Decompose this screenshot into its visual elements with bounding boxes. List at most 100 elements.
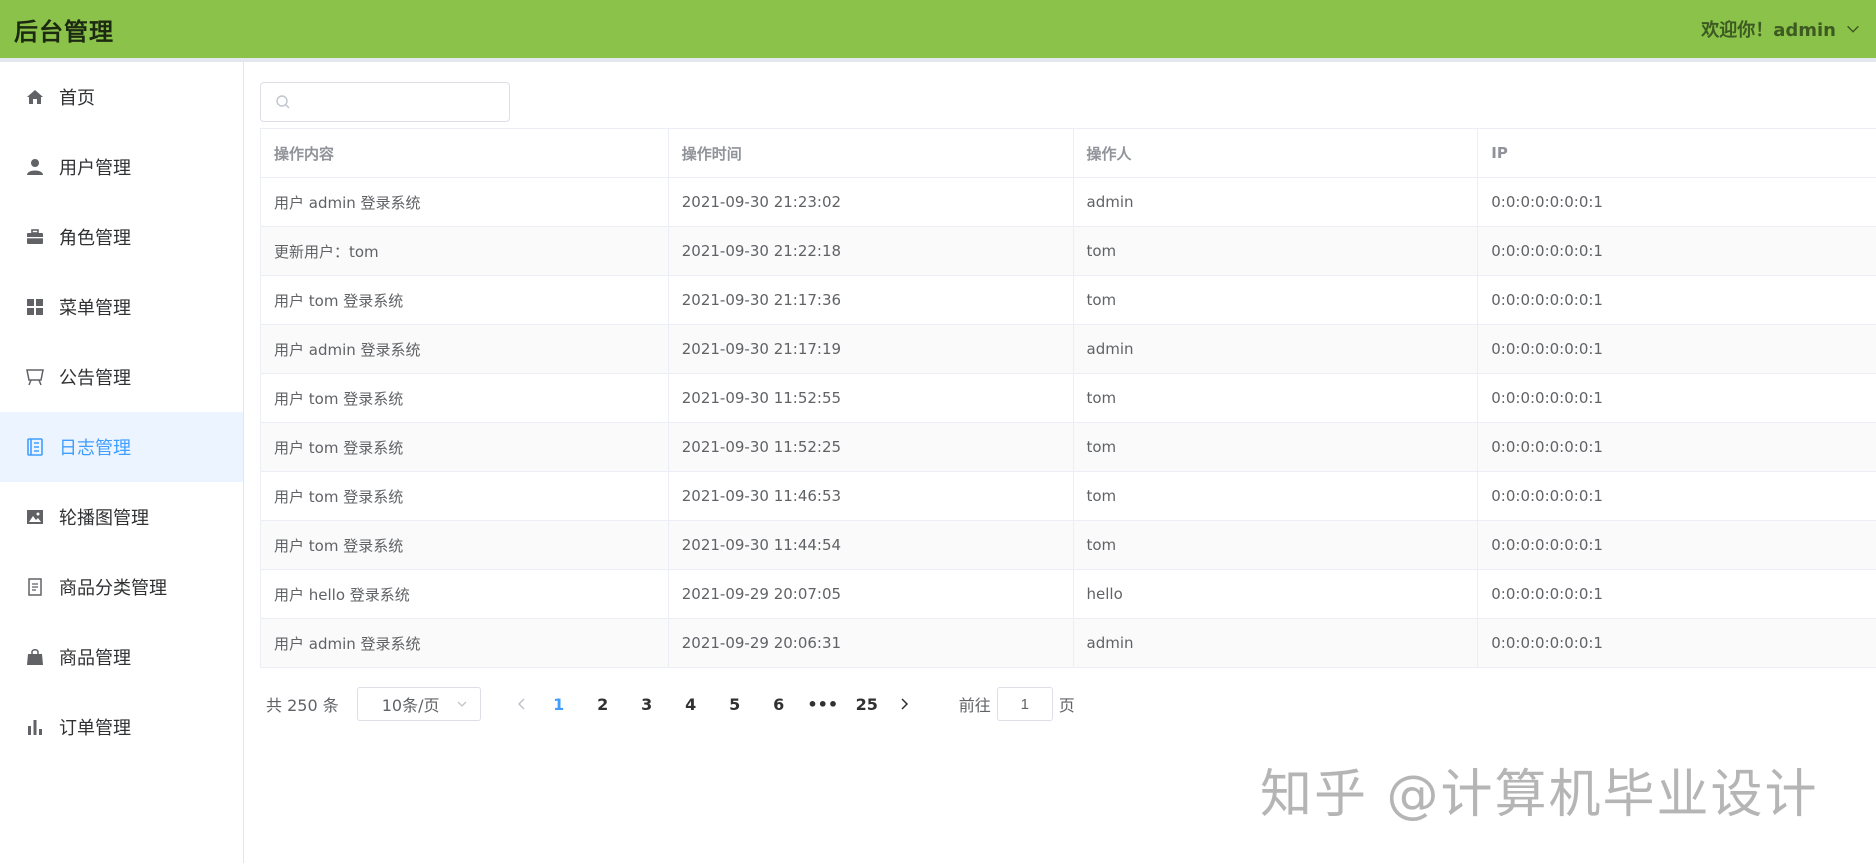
sidebar-item-users[interactable]: 用户管理: [0, 132, 243, 202]
sidebar-item-label: 商品分类管理: [59, 578, 167, 599]
page-number[interactable]: 2: [581, 695, 625, 714]
cell-content: 用户 tom 登录系统: [261, 374, 669, 422]
sidebar-item-label: 角色管理: [59, 228, 131, 249]
cell-ip: 0:0:0:0:0:0:0:1: [1491, 536, 1603, 554]
sidebar-item-carousel[interactable]: 轮播图管理: [0, 482, 243, 552]
cell-operator: tom: [1074, 423, 1479, 471]
cell-content: 用户 hello 登录系统: [261, 570, 669, 618]
cell-ip: 0:0:0:0:0:0:0:1: [1491, 634, 1603, 652]
cell-time: 2021-09-30 11:44:54: [669, 521, 1074, 569]
pagination: 共 250 条 10条/页 1 2 3 4 5 6 ••• 25 前往 页: [260, 686, 1075, 722]
goto-page: 前往 页: [959, 687, 1075, 721]
page-number[interactable]: 25: [845, 695, 889, 714]
goto-prefix: 前往: [958, 696, 991, 715]
cell-ip: 0:0:0:0:0:0:0:1: [1491, 242, 1603, 260]
table-row[interactable]: 用户 hello 登录系统 2021-09-29 20:07:05 hello …: [261, 570, 1876, 619]
watermark: 知乎 @计算机毕业设计: [1260, 765, 1819, 825]
briefcase-icon: [25, 227, 45, 247]
cell-time: 2021-09-29 20:07:05: [669, 570, 1074, 618]
cell-ip: 0:0:0:0:0:0:0:1: [1491, 291, 1603, 309]
cell-time: 2021-09-30 21:23:02: [669, 178, 1074, 226]
cell-content: 用户 admin 登录系统: [261, 178, 669, 226]
top-header: 后台管理 欢迎你！admin: [0, 0, 1876, 58]
sidebar-item-label: 轮播图管理: [59, 508, 149, 529]
table-row[interactable]: 用户 admin 登录系统 2021-09-29 20:06:31 admin …: [261, 619, 1876, 668]
app-title: 后台管理: [14, 17, 114, 46]
search-input[interactable]: [299, 83, 509, 121]
document-icon: [25, 577, 45, 597]
sidebar-item-label: 菜单管理: [59, 298, 131, 319]
cell-ip: 0:0:0:0:0:0:0:1: [1491, 438, 1603, 456]
total-count: 共 250 条: [266, 696, 339, 715]
table-row[interactable]: 更新用户：tom 2021-09-30 21:22:18 tom 0:0:0:0…: [261, 227, 1876, 276]
welcome-text: 欢迎你！admin: [1701, 20, 1836, 41]
cell-time: 2021-09-30 11:52:55: [669, 374, 1074, 422]
cell-content: 用户 tom 登录系统: [261, 521, 669, 569]
cell-operator: tom: [1074, 521, 1479, 569]
cell-operator: tom: [1074, 374, 1479, 422]
page-size-value: 10条/页: [381, 696, 440, 715]
cell-time: 2021-09-30 11:52:25: [669, 423, 1074, 471]
chevron-left-icon: [517, 698, 525, 710]
cell-ip: 0:0:0:0:0:0:0:1: [1491, 585, 1603, 603]
cell-content: 用户 tom 登录系统: [261, 472, 669, 520]
notebook-icon: [25, 437, 45, 457]
sidebar-item-roles[interactable]: 角色管理: [0, 202, 243, 272]
page-ellipsis[interactable]: •••: [801, 695, 845, 714]
page-number[interactable]: 6: [757, 695, 801, 714]
sidebar-menu: 首页 用户管理 角色管理 菜单管理 公告管理 日志管理 轮播图管理 商品分类管理…: [0, 62, 244, 863]
user-icon: [25, 157, 45, 177]
column-header: 操作内容: [261, 129, 669, 177]
sidebar-item-home[interactable]: 首页: [0, 62, 243, 132]
sidebar-item-orders[interactable]: 订单管理: [0, 692, 243, 762]
table-row[interactable]: 用户 tom 登录系统 2021-09-30 11:52:55 tom 0:0:…: [261, 374, 1876, 423]
sidebar-item-label: 日志管理: [59, 438, 131, 459]
cell-operator: admin: [1074, 178, 1479, 226]
goto-page-input[interactable]: [996, 687, 1053, 721]
search-icon: [276, 95, 290, 109]
column-header: 操作时间: [669, 129, 1074, 177]
cell-time: 2021-09-30 21:17:19: [669, 325, 1074, 373]
cell-ip: 0:0:0:0:0:0:0:1: [1491, 487, 1603, 505]
page-number[interactable]: 5: [713, 695, 757, 714]
chevron-down-icon: [457, 701, 467, 707]
cell-content: 用户 tom 登录系统: [261, 423, 669, 471]
sidebar-item-menus[interactable]: 菜单管理: [0, 272, 243, 342]
page-size-select[interactable]: 10条/页: [356, 687, 481, 721]
sidebar-item-label: 商品管理: [59, 648, 131, 669]
page-list: 1 2 3 4 5 6 ••• 25: [537, 695, 889, 714]
column-header: 操作人: [1074, 129, 1479, 177]
prev-page-button[interactable]: [507, 689, 537, 719]
cell-content: 更新用户：tom: [261, 227, 669, 275]
cell-time: 2021-09-30 21:22:18: [669, 227, 1074, 275]
search-box[interactable]: [260, 82, 510, 122]
next-page-button[interactable]: [889, 689, 919, 719]
cell-time: 2021-09-30 21:17:36: [669, 276, 1074, 324]
user-menu[interactable]: 欢迎你！admin: [1701, 16, 1862, 42]
cell-content: 用户 admin 登录系统: [261, 325, 669, 373]
table-row[interactable]: 用户 tom 登录系统 2021-09-30 11:44:54 tom 0:0:…: [261, 521, 1876, 570]
sidebar-item-label: 首页: [59, 88, 95, 109]
table-row[interactable]: 用户 tom 登录系统 2021-09-30 11:52:25 tom 0:0:…: [261, 423, 1876, 472]
table-row[interactable]: 用户 admin 登录系统 2021-09-30 21:17:19 admin …: [261, 325, 1876, 374]
page-number[interactable]: 3: [625, 695, 669, 714]
table-row[interactable]: 用户 tom 登录系统 2021-09-30 21:17:36 tom 0:0:…: [261, 276, 1876, 325]
sidebar-item-categories[interactable]: 商品分类管理: [0, 552, 243, 622]
cell-ip: 0:0:0:0:0:0:0:1: [1491, 193, 1603, 211]
column-header: IP: [1491, 144, 1508, 162]
sidebar-item-notices[interactable]: 公告管理: [0, 342, 243, 412]
sidebar-item-label: 订单管理: [59, 718, 131, 739]
cell-operator: hello: [1074, 570, 1479, 618]
cell-time: 2021-09-30 11:46:53: [669, 472, 1074, 520]
table-row[interactable]: 用户 tom 登录系统 2021-09-30 11:46:53 tom 0:0:…: [261, 472, 1876, 521]
bag-icon: [25, 647, 45, 667]
log-table: 操作内容 操作时间 操作人 IP 用户 admin 登录系统 2021-09-3…: [260, 128, 1876, 668]
cell-operator: tom: [1074, 276, 1479, 324]
page-number[interactable]: 4: [669, 695, 713, 714]
page-number[interactable]: 1: [537, 695, 581, 714]
picture-icon: [25, 507, 45, 527]
sidebar-item-products[interactable]: 商品管理: [0, 622, 243, 692]
cell-ip: 0:0:0:0:0:0:0:1: [1491, 389, 1603, 407]
sidebar-item-logs[interactable]: 日志管理: [0, 412, 243, 482]
table-row[interactable]: 用户 admin 登录系统 2021-09-30 21:23:02 admin …: [261, 178, 1876, 227]
